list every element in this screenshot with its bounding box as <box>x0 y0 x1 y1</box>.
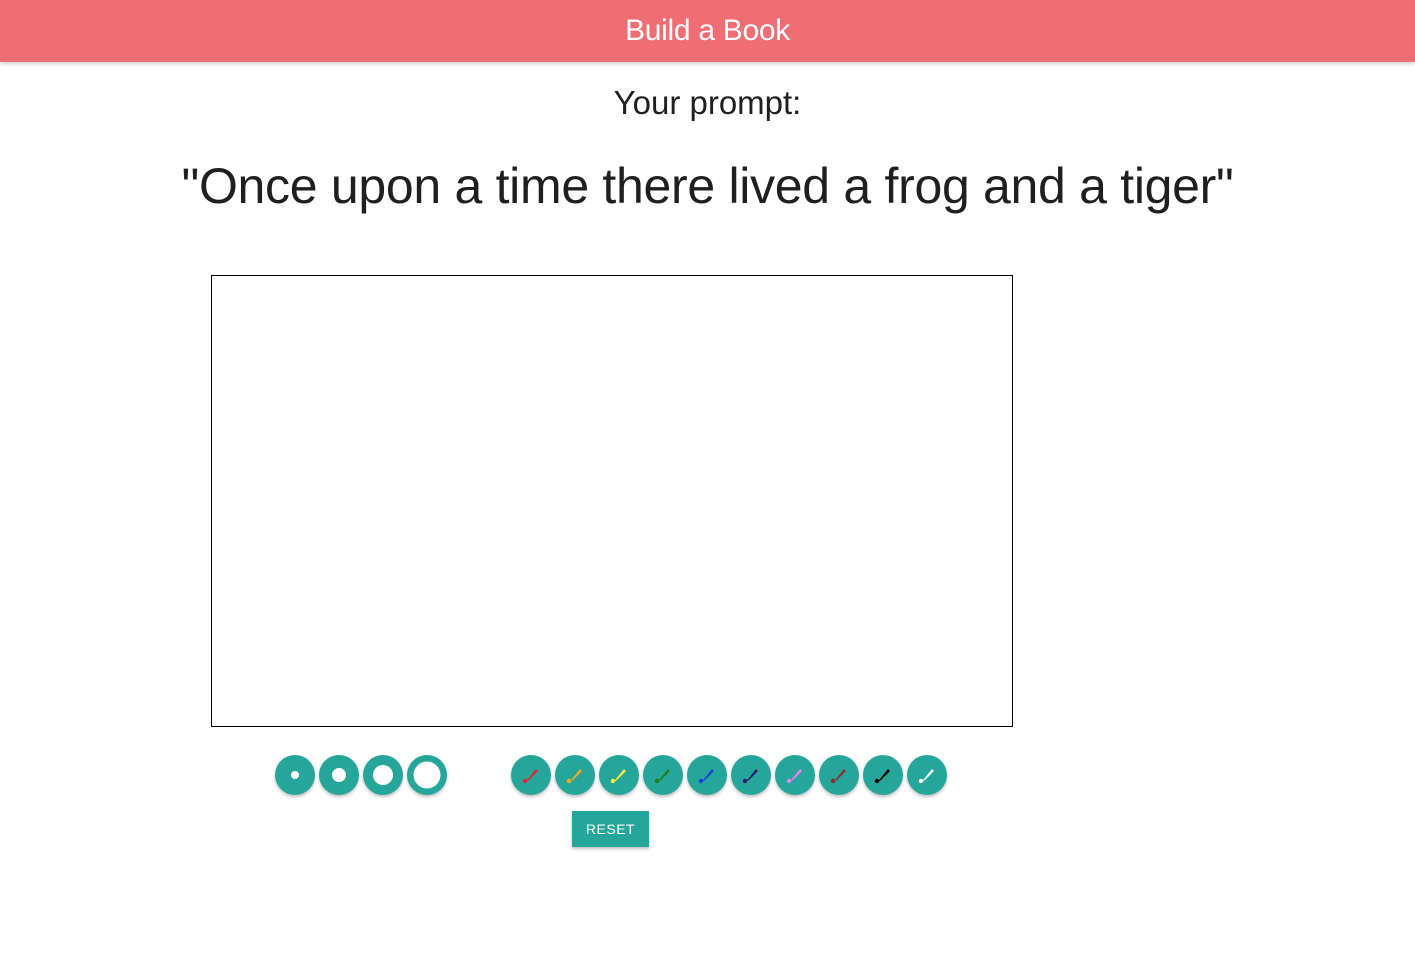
brush-size-medium-button[interactable] <box>319 755 359 795</box>
size-dot-icon <box>413 761 441 789</box>
color-violet-button[interactable] <box>775 755 815 795</box>
brush-icon <box>830 769 846 784</box>
brush-icon <box>522 769 538 784</box>
prompt-text: "Once upon a time there lived a frog and… <box>181 158 1234 214</box>
reset-button[interactable]: RESET <box>572 811 649 847</box>
brush-size-small-button[interactable] <box>275 755 315 795</box>
size-dot-icon <box>373 765 393 785</box>
app-title[interactable]: Build a Book <box>625 14 790 48</box>
color-blue-button[interactable] <box>687 755 727 795</box>
brush-icon <box>786 769 802 784</box>
color-green-button[interactable] <box>643 755 683 795</box>
color-black-button[interactable] <box>863 755 903 795</box>
brush-icon <box>698 769 714 784</box>
top-navbar: Build a Book <box>0 0 1415 62</box>
color-red-button[interactable] <box>511 755 551 795</box>
brush-size-large-button[interactable] <box>363 755 403 795</box>
brush-size-extra-large-button[interactable] <box>407 755 447 795</box>
prompt-label: Your prompt: <box>613 84 802 121</box>
color-indigo-button[interactable] <box>731 755 771 795</box>
brush-icon <box>742 769 758 784</box>
color-brown-button[interactable] <box>819 755 859 795</box>
brush-icon <box>610 769 626 784</box>
drawing-canvas[interactable] <box>211 275 1013 727</box>
brush-icon <box>918 769 934 784</box>
color-white-button[interactable] <box>907 755 947 795</box>
color-yellow-button[interactable] <box>599 755 639 795</box>
size-dot-icon <box>291 771 299 779</box>
brush-icon <box>566 769 582 784</box>
size-dot-icon <box>332 768 346 782</box>
brush-icon <box>874 769 890 784</box>
brush-icon <box>654 769 670 784</box>
color-orange-button[interactable] <box>555 755 595 795</box>
